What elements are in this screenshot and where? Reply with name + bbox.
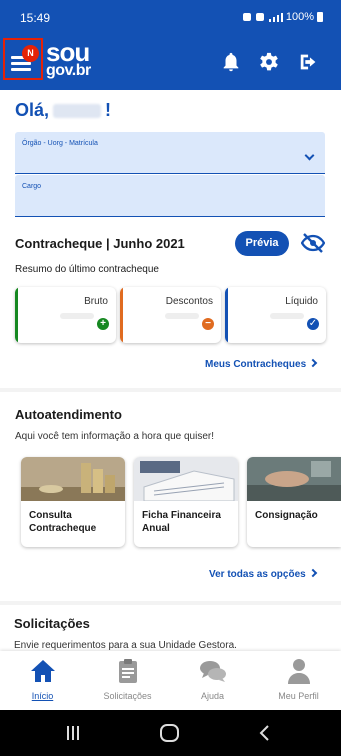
cargo-label: Cargo <box>22 183 42 190</box>
tile-line2: Contracheque <box>29 522 97 534</box>
person-icon <box>288 659 310 684</box>
gear-icon[interactable] <box>258 51 280 73</box>
tile-line1: Ficha Financeira <box>142 510 221 521</box>
orgao-select[interactable]: Órgão - Uorg - Matrícula <box>15 132 325 174</box>
nav-inicio[interactable]: Início <box>0 651 85 710</box>
system-navigation-bar <box>0 710 341 756</box>
chat-icon <box>200 661 226 682</box>
descontos-card[interactable]: Descontos − <box>120 287 221 343</box>
orgao-label: Órgão - Uorg - Matrícula <box>22 140 98 147</box>
autoatendimento-section: Autoatendimento Aqui você tem informação… <box>0 392 341 601</box>
tile-label: Consignação <box>255 510 318 523</box>
tile-consulta-contracheque[interactable]: Consulta Contracheque <box>21 457 125 547</box>
meus-contracheques-link[interactable]: Meus Contracheques <box>205 358 318 370</box>
solicitacoes-subtitle: Envie requerimentos para a sua Unidade G… <box>14 640 237 651</box>
menu-icon-bar <box>11 62 31 65</box>
nav-label: Solicitações <box>103 691 152 701</box>
eye-off-icon[interactable] <box>301 233 325 253</box>
chevron-right-icon <box>308 568 317 578</box>
home-button-icon[interactable] <box>160 724 179 742</box>
autoatendimento-subtitle: Aqui você tem informação a hora que quis… <box>15 431 214 442</box>
solicitacoes-title: Solicitações <box>14 616 90 631</box>
plus-icon: + <box>97 318 109 330</box>
menu-icon-bar <box>11 68 31 71</box>
bottom-navigation: Início Solicitações Ajuda Meu Perfil <box>0 651 341 710</box>
ver-todas-opcoes-link[interactable]: Ver todas as opções <box>209 568 317 580</box>
home-icon <box>31 660 55 682</box>
status-time: 15:49 <box>20 11 51 25</box>
bruto-label: Bruto <box>84 296 108 307</box>
contracheque-title: Contracheque | Junho 2021 <box>15 236 185 251</box>
tile-consignacao[interactable]: Consignação <box>247 457 341 547</box>
tile-label: Consulta Contracheque <box>29 510 96 535</box>
signal-icon <box>268 12 283 22</box>
clipboard-icon <box>119 659 137 683</box>
liquido-label: Líquido <box>285 296 318 307</box>
nav-label: Meu Perfil <box>278 691 319 701</box>
coins-image <box>21 457 125 501</box>
solicitacoes-section: Solicitações Envie requerimentos para a … <box>0 605 341 655</box>
bell-icon[interactable] <box>220 51 242 73</box>
handshake-image <box>247 457 341 501</box>
tile-line1: Consignação <box>255 510 318 521</box>
alarm-icon <box>255 13 264 21</box>
greeting-text: Olá, <box>15 100 50 120</box>
value-redacted <box>165 313 199 319</box>
tile-label: Ficha Financeira Anual <box>142 510 221 535</box>
notification-badge: N <box>22 45 39 62</box>
app-header: N sou gov.br <box>0 34 341 90</box>
greeting-suffix: ! <box>105 100 112 120</box>
value-redacted <box>60 313 94 319</box>
card-accent <box>225 287 228 343</box>
notification-icon <box>242 13 251 21</box>
system-nav-buttons <box>67 724 269 742</box>
recent-apps-icon[interactable] <box>67 726 79 740</box>
app-logo: sou gov.br <box>46 39 91 79</box>
tile-line2: Anual <box>142 522 170 534</box>
status-icons: 100% <box>242 11 323 23</box>
logo-line2: gov.br <box>46 62 91 79</box>
nav-label: Início <box>31 691 54 701</box>
preview-button[interactable]: Prévia <box>235 231 289 256</box>
meus-contracheques-label: Meus Contracheques <box>205 359 307 370</box>
card-accent <box>15 287 18 343</box>
contracheque-subtitle: Resumo do último contracheque <box>15 264 159 275</box>
card-accent <box>120 287 123 343</box>
documents-image <box>134 457 238 501</box>
menu-button[interactable]: N <box>3 38 43 80</box>
logout-icon[interactable] <box>298 51 320 73</box>
nav-label: Ajuda <box>200 691 225 701</box>
tile-ficha-financeira[interactable]: Ficha Financeira Anual <box>134 457 238 547</box>
value-redacted <box>270 313 304 319</box>
tile-line1: Consulta <box>29 510 72 521</box>
battery-percentage: 100% <box>285 11 314 23</box>
nav-ajuda[interactable]: Ajuda <box>170 651 255 710</box>
user-name-redacted <box>53 104 102 119</box>
check-icon: ✓ <box>307 318 319 330</box>
chevron-right-icon <box>308 358 318 368</box>
nav-meu-perfil[interactable]: Meu Perfil <box>256 651 341 710</box>
ver-todas-label: Ver todas as opções <box>209 569 306 580</box>
minus-icon: − <box>202 318 214 330</box>
status-bar: 15:49 100% <box>0 0 341 34</box>
cargo-field[interactable]: Cargo <box>15 175 325 217</box>
nav-solicitacoes[interactable]: Solicitações <box>85 651 170 710</box>
liquido-card[interactable]: Líquido ✓ <box>225 287 326 343</box>
battery-icon <box>317 12 323 22</box>
back-icon[interactable] <box>259 725 269 741</box>
chevron-down-icon <box>304 150 315 161</box>
descontos-label: Descontos <box>165 296 213 307</box>
bruto-card[interactable]: Bruto + <box>15 287 116 343</box>
greeting: Olá,! <box>15 100 111 121</box>
main-card: Olá,! Órgão - Uorg - Matrícula Cargo Con… <box>0 90 341 388</box>
autoatendimento-title: Autoatendimento <box>15 407 122 422</box>
